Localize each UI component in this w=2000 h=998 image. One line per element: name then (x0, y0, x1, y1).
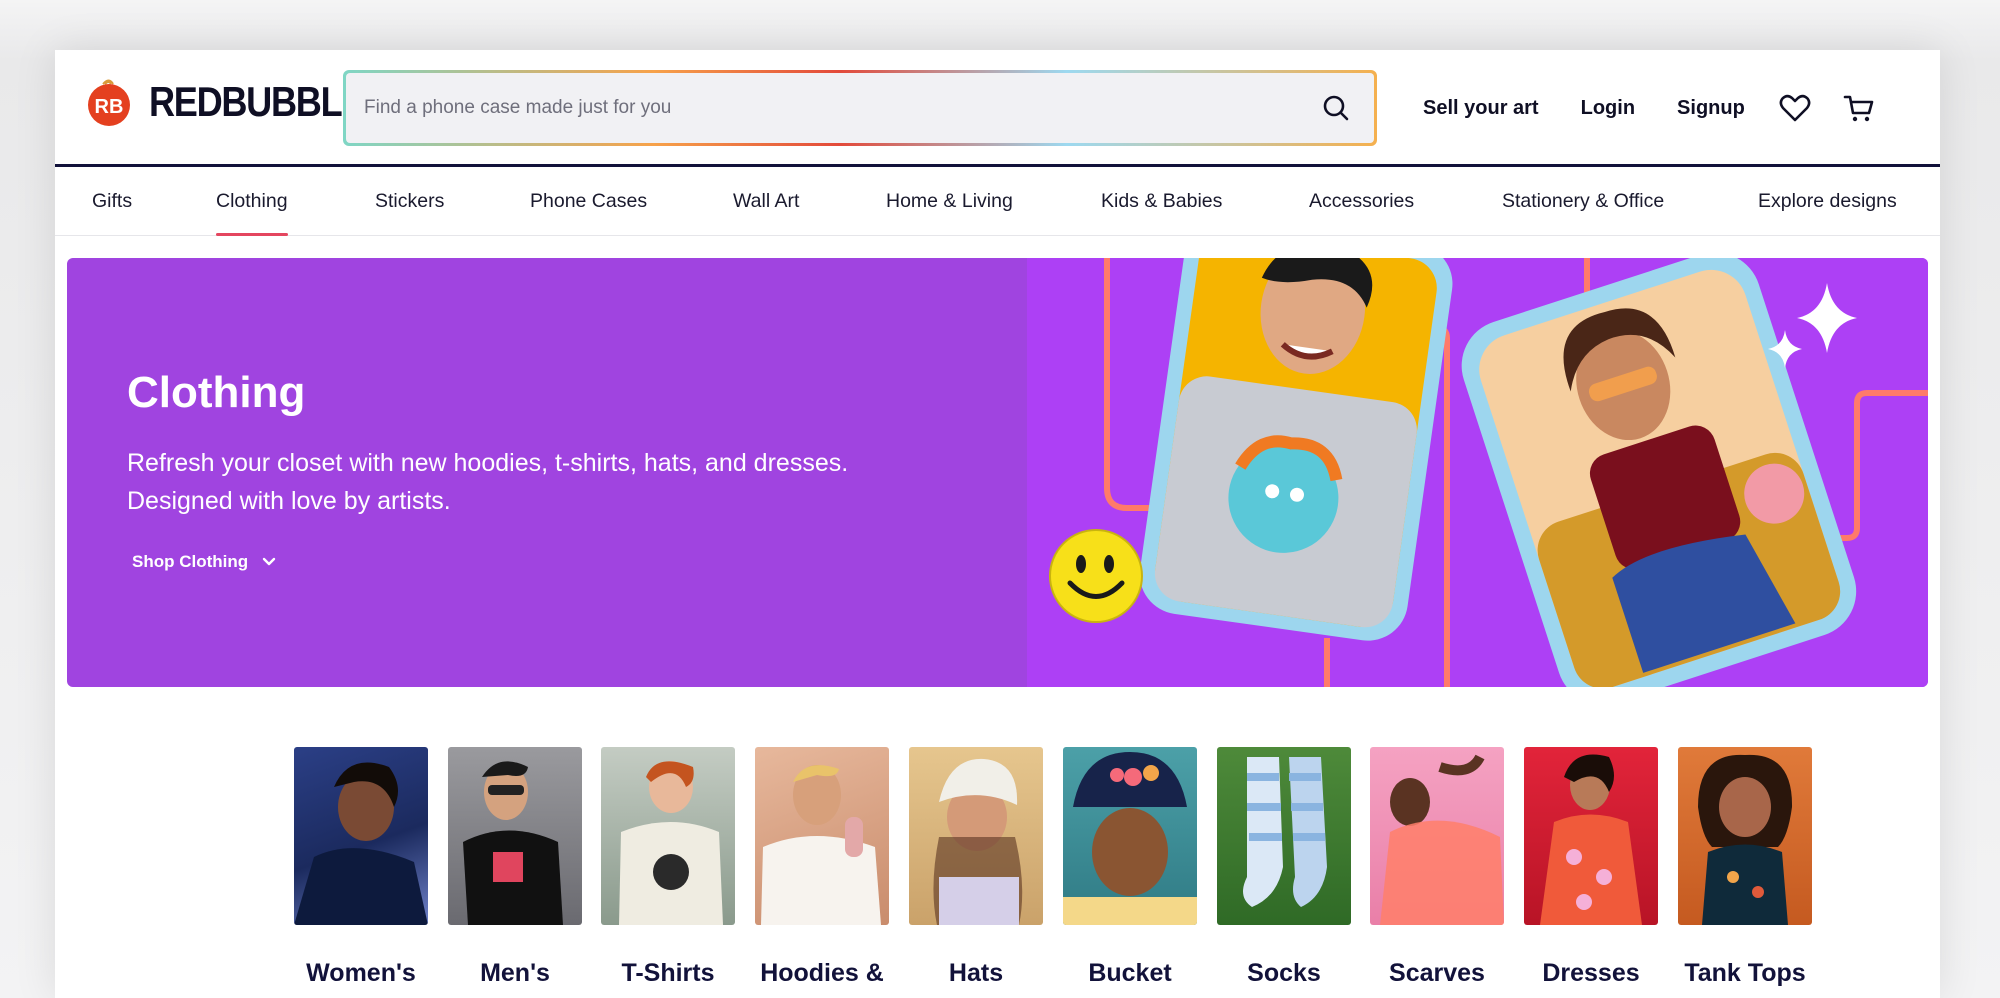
header-links: Sell your art Login Signup (1423, 88, 1787, 128)
category-dresses-image (1524, 747, 1658, 925)
category-dresses[interactable]: Dresses (1524, 747, 1660, 987)
category-scarves-image (1370, 747, 1504, 925)
category-mens[interactable]: Men's (448, 747, 584, 987)
category-tank-tops[interactable]: Tank Tops (1678, 747, 1814, 987)
search-button[interactable] (1316, 88, 1356, 128)
shop-clothing-label: Shop Clothing (132, 552, 249, 571)
category-womens-image (294, 747, 428, 925)
hero-title: Clothing (127, 368, 306, 417)
hero-subtitle: Refresh your closet with new hoodies, t-… (127, 449, 849, 515)
heart-icon (1779, 94, 1811, 122)
category-tank-tops-label: Tank Tops (1684, 959, 1806, 987)
category-bucket-hats[interactable]: Bucket (1063, 747, 1199, 987)
cart-icon (1843, 95, 1874, 122)
search-bar (343, 70, 1377, 146)
login-link[interactable]: Login (1581, 88, 1635, 128)
nav-item-kids-babies[interactable]: Kids & Babies (1101, 167, 1222, 236)
category-womens[interactable]: Women's (294, 747, 430, 987)
search-input[interactable] (364, 97, 1316, 119)
category-bucket-hats-image (1063, 747, 1197, 925)
shop-clothing-button[interactable]: Shop Clothing (132, 552, 276, 572)
hero-illustration (1027, 258, 1928, 687)
search-icon (1323, 95, 1349, 121)
page-container: RB REDBUBBLE Sell your art Login Signup (55, 50, 1940, 998)
signup-link[interactable]: Signup (1677, 88, 1745, 128)
model-photo-1 (1139, 258, 1453, 641)
brand-name: REDBUBBLE (149, 78, 365, 125)
search-inner (346, 73, 1374, 143)
nav-item-accessories[interactable]: Accessories (1309, 167, 1414, 236)
category-nav: Gifts Clothing Stickers Phone Cases Wall… (55, 167, 1940, 236)
sell-your-art-link[interactable]: Sell your art (1423, 88, 1539, 128)
category-tiles: Women's Men's T-Shirts Hoodies & Hats Bu… (225, 747, 1812, 998)
nav-item-stationery-office[interactable]: Stationery & Office (1502, 167, 1664, 236)
svg-text:RB: RB (95, 96, 124, 118)
category-t-shirts[interactable]: T-Shirts (601, 747, 737, 987)
category-mens-image (448, 747, 582, 925)
site-header: RB REDBUBBLE Sell your art Login Signup (55, 50, 1940, 167)
category-hats-image (909, 747, 1043, 925)
category-hats[interactable]: Hats (909, 747, 1045, 987)
category-tank-tops-image (1678, 747, 1812, 925)
nav-item-explore-designs[interactable]: Explore designs (1758, 167, 1897, 236)
category-socks-image (1217, 747, 1351, 925)
favorites-button[interactable] (1775, 88, 1815, 128)
nav-item-phone-cases[interactable]: Phone Cases (530, 167, 647, 236)
nav-item-home-living[interactable]: Home & Living (886, 167, 1013, 236)
category-hoodies[interactable]: Hoodies & (755, 747, 891, 987)
redbubble-logo-icon: RB (88, 79, 130, 126)
category-scarves[interactable]: Scarves (1370, 747, 1506, 987)
nav-item-wall-art[interactable]: Wall Art (733, 167, 799, 236)
category-socks[interactable]: Socks (1217, 747, 1353, 987)
cart-button[interactable] (1839, 88, 1879, 128)
nav-item-gifts[interactable]: Gifts (92, 167, 132, 236)
hero-banner: Clothing Refresh your closet with new ho… (67, 258, 1928, 687)
nav-item-clothing[interactable]: Clothing (216, 167, 288, 236)
chevron-down-icon (262, 557, 276, 566)
smiley-sticker (1049, 529, 1143, 623)
nav-item-stickers[interactable]: Stickers (375, 167, 444, 236)
category-t-shirts-image (601, 747, 735, 925)
category-hoodies-image (755, 747, 889, 925)
